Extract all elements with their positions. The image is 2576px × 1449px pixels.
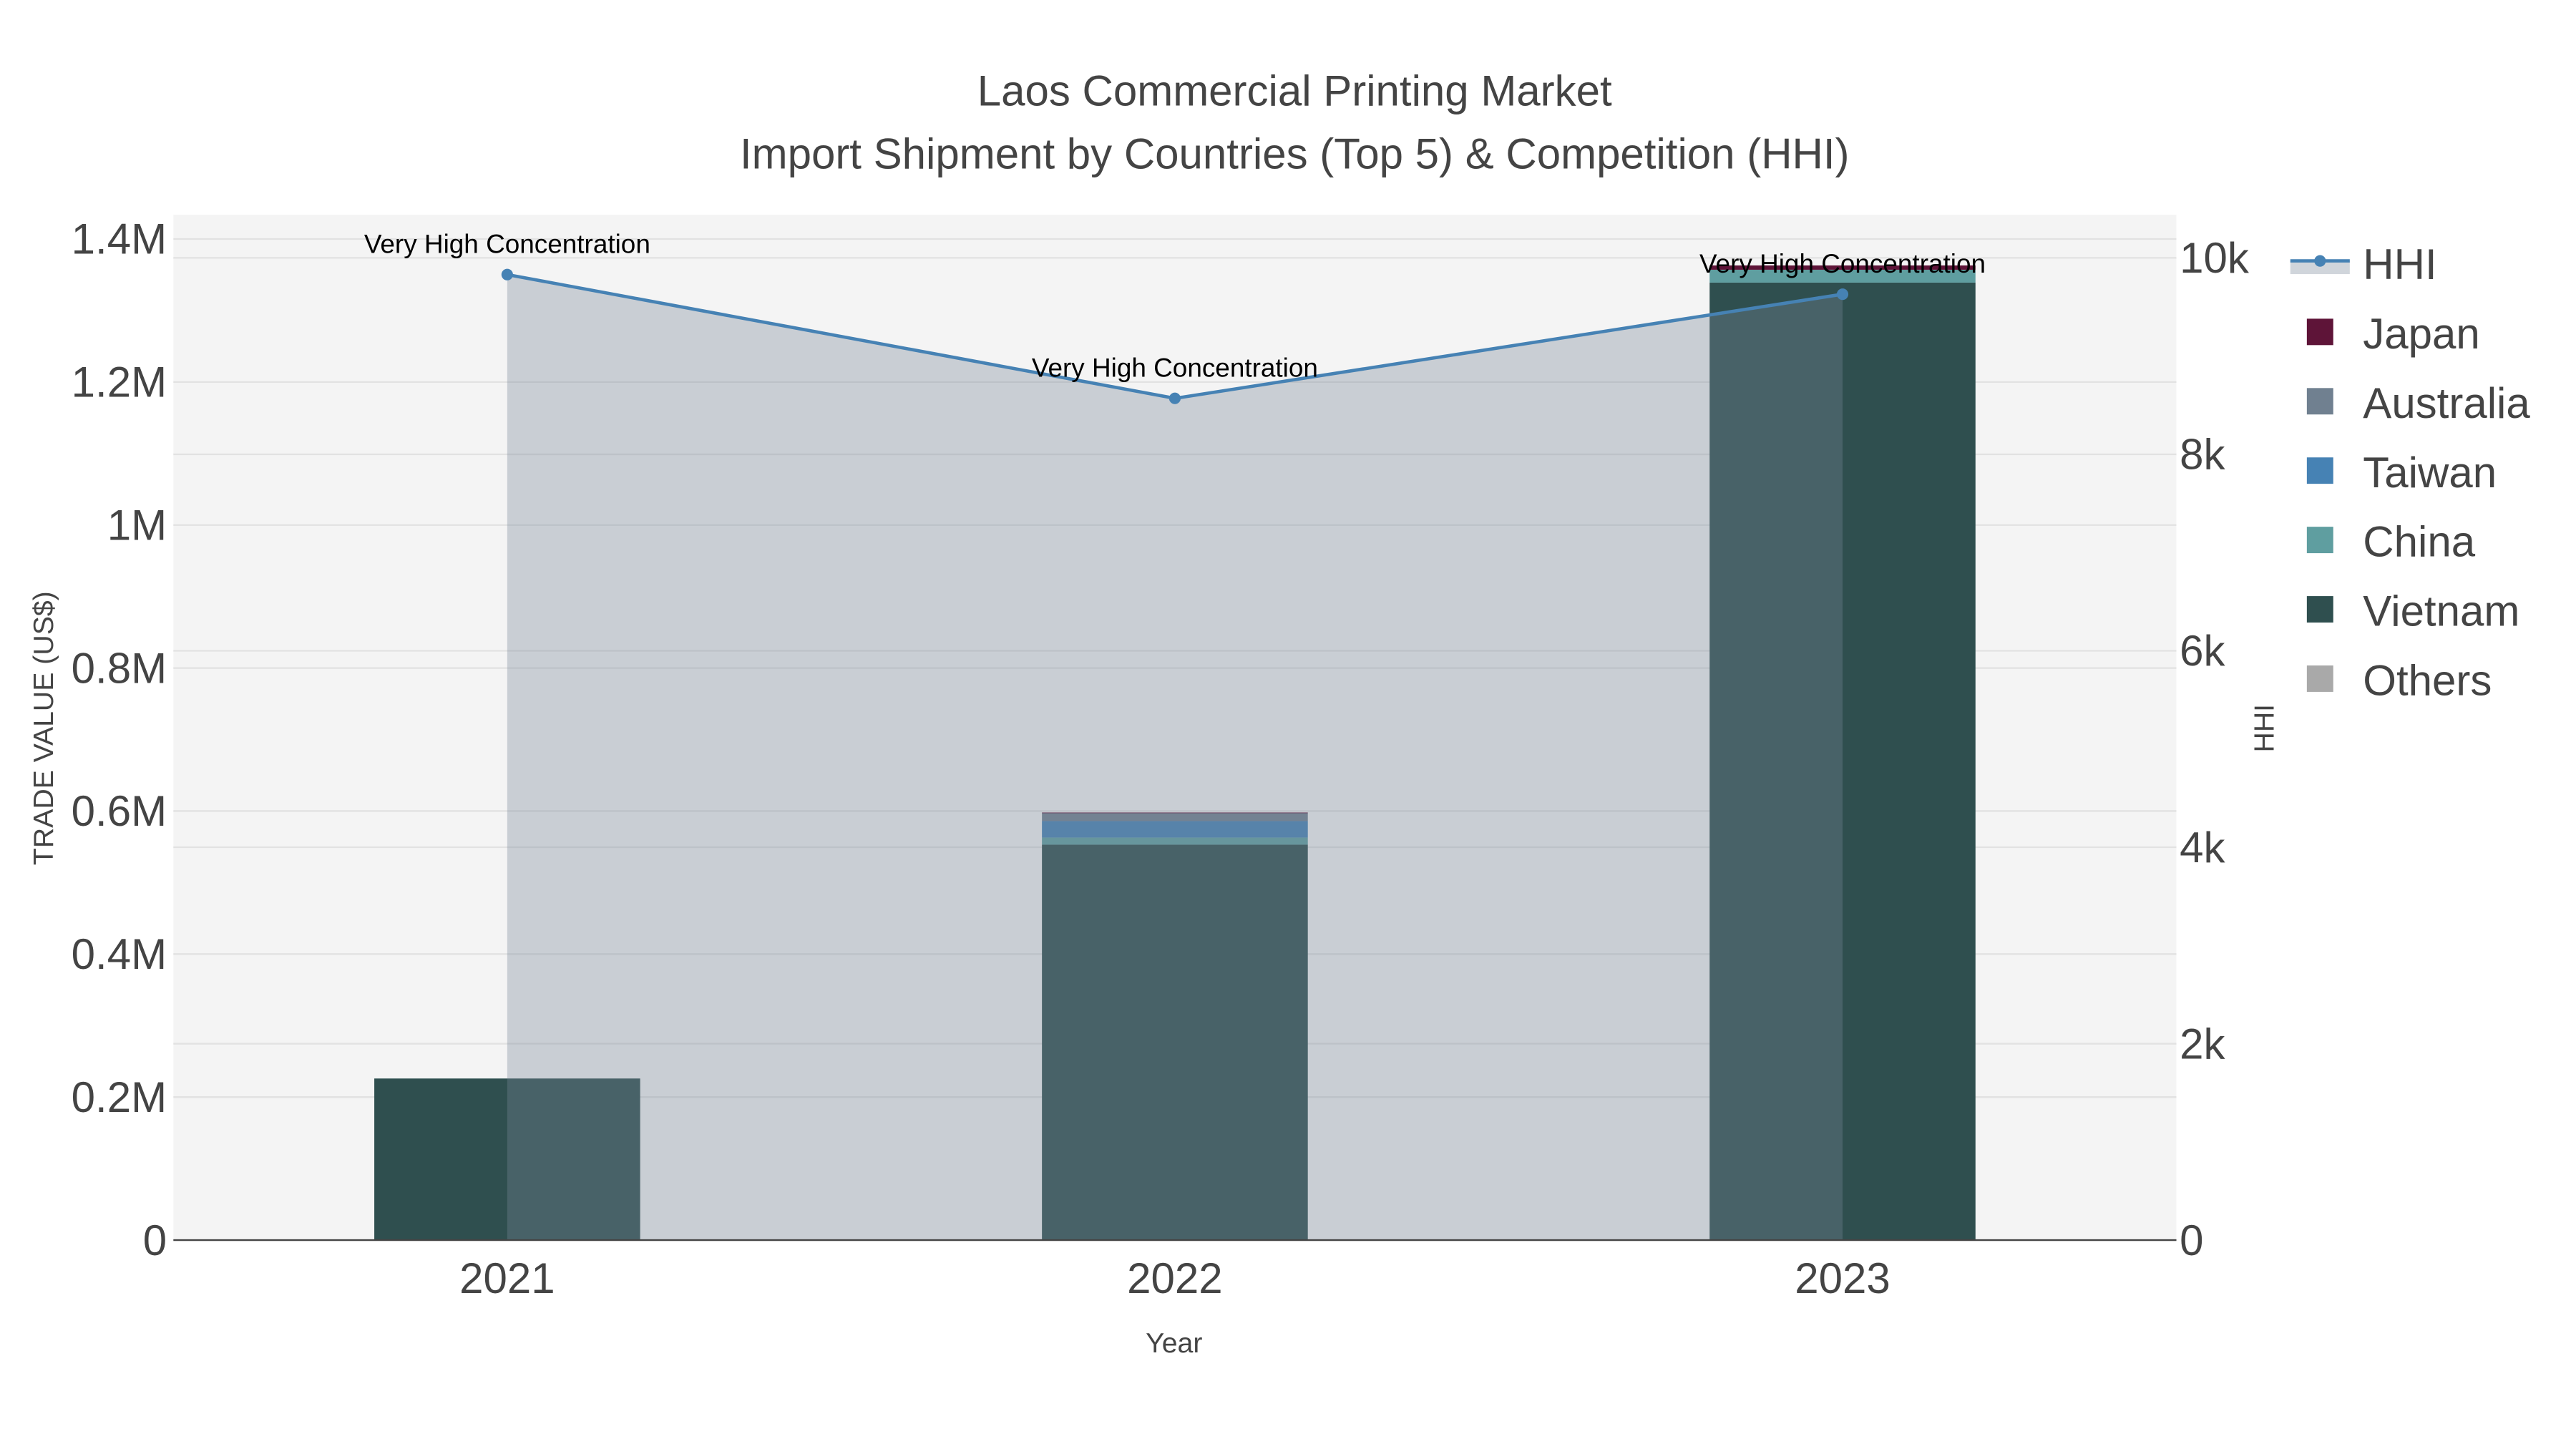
hhi-point	[1169, 392, 1181, 404]
y2-tick-label: 8k	[2180, 431, 2225, 479]
y-tick-label: 0.4M	[72, 930, 167, 978]
y-tick-label: 0.6M	[72, 787, 167, 835]
legend-label-australia: Australia	[2363, 379, 2530, 427]
y-tick-label: 1.4M	[72, 215, 167, 263]
legend-label-china: China	[2363, 518, 2475, 566]
y2-axis-label: HHI	[2249, 704, 2280, 753]
legend-hhi-marker	[2314, 255, 2326, 267]
chart: Laos Commercial Printing Market Import S…	[28, 67, 2531, 1359]
y2-tick-label: 0	[2180, 1216, 2203, 1264]
hhi-point	[501, 268, 513, 280]
hhi-point	[1836, 288, 1849, 301]
x-tick-label: 2022	[1127, 1254, 1222, 1302]
y-tick-label: 1.2M	[72, 358, 167, 406]
legend-label-taiwan: Taiwan	[2363, 449, 2497, 497]
hhi-annotation: Very High Concentration	[1032, 353, 1318, 383]
legend-swatch-others	[2306, 665, 2333, 692]
hhi-area	[507, 274, 1843, 1241]
y2-tick-label: 10k	[2180, 234, 2250, 282]
legend-swatch-china	[2306, 527, 2333, 554]
x-axis-label: Year	[1146, 1327, 1202, 1359]
legend-label-vietnam: Vietnam	[2363, 587, 2519, 635]
y2-tick-label: 2k	[2180, 1020, 2225, 1068]
legend-swatch-australia	[2306, 388, 2333, 415]
x-tick-label: 2021	[459, 1254, 555, 1302]
x-tick-label: 2023	[1795, 1254, 1890, 1302]
chart-subtitle: Import Shipment by Countries (Top 5) & C…	[740, 130, 1850, 177]
y-tick-label: 1M	[107, 501, 167, 549]
legend-label-japan: Japan	[2363, 310, 2479, 358]
legend-swatch-japan	[2306, 318, 2333, 346]
y2-tick-label: 4k	[2180, 824, 2225, 872]
hhi-annotation: Very High Concentration	[364, 230, 650, 259]
legend-swatch-taiwan	[2306, 457, 2333, 484]
legend-label-others: Others	[2363, 657, 2492, 705]
hhi-annotation: Very High Concentration	[1699, 249, 1986, 278]
y-tick-label: 0.2M	[72, 1073, 167, 1121]
y2-tick-label: 6k	[2180, 627, 2225, 675]
legend-swatch-vietnam	[2306, 596, 2333, 623]
chart-title: Laos Commercial Printing Market	[977, 67, 1612, 115]
y-tick-label: 0.8M	[72, 644, 167, 692]
legend-label-hhi: HHI	[2363, 240, 2436, 288]
y-axis-label: TRADE VALUE (US$)	[28, 591, 59, 865]
y-tick-label: 0	[143, 1216, 167, 1264]
